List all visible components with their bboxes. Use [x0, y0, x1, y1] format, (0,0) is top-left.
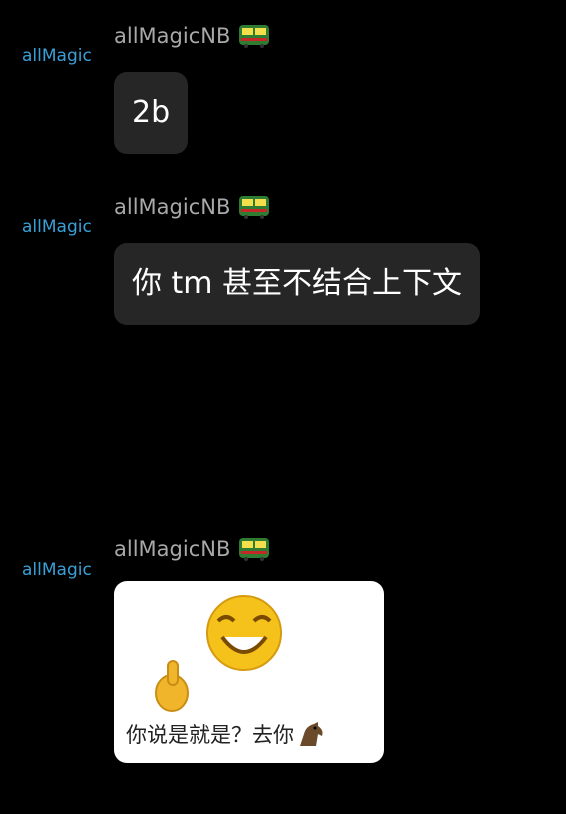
sender-name: allMagicNB [114, 24, 270, 48]
train-icon [239, 538, 270, 561]
message-bubble[interactable]: 你 tm 甚至不结合上下文 [114, 243, 481, 325]
sticker-caption: 你说是就是？去你 [126, 719, 326, 749]
horse-icon [300, 722, 323, 746]
thumbs-up-icon [155, 660, 189, 712]
message-bubble[interactable]: 2b [114, 72, 189, 154]
train-icon [239, 25, 270, 48]
avatar[interactable]: allMagic [22, 560, 92, 580]
sender-name-text: allMagicNB [114, 24, 231, 48]
avatar[interactable]: allMagic [22, 217, 92, 237]
sender-name-text: allMagicNB [114, 537, 231, 561]
sender-name-text: allMagicNB [114, 195, 231, 219]
sticker-image[interactable]: 你说是就是？去你 [114, 581, 384, 763]
sender-name: allMagicNB [114, 537, 270, 561]
sticker-caption-text: 你说是就是？去你 [126, 723, 294, 747]
train-icon [239, 196, 270, 219]
sender-name: allMagicNB [114, 195, 270, 219]
grinning-face-icon [155, 595, 282, 712]
chat-screen: { "messages": [ {"avatar_label": "allMag… [0, 0, 566, 814]
avatar[interactable]: allMagic [22, 46, 92, 66]
